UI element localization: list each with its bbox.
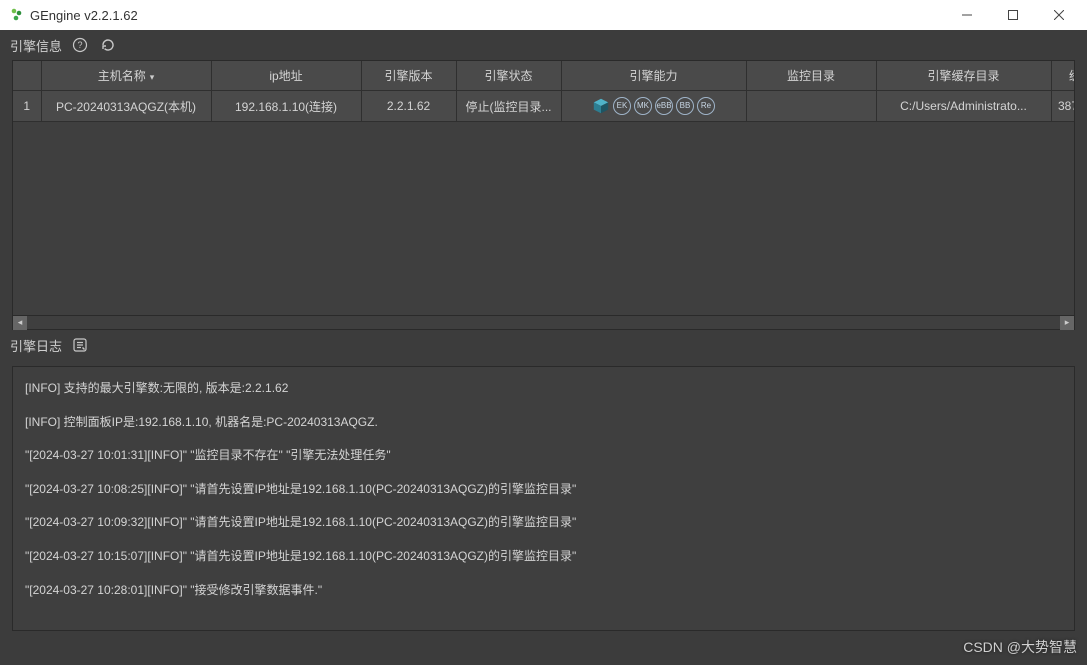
log-line: [INFO] 支持的最大引擎数:无限的, 版本是:2.2.1.62 xyxy=(25,381,1062,397)
scroll-track[interactable] xyxy=(27,316,1060,329)
col-version[interactable]: 引擎版本 xyxy=(361,61,456,91)
help-icon[interactable]: ? xyxy=(70,35,90,55)
col-cache[interactable]: 缓存 xyxy=(1051,61,1074,91)
cap-badge: Re xyxy=(697,97,715,115)
col-status[interactable]: 引擎状态 xyxy=(456,61,561,91)
table-header-row: 主机名称▾ ip地址 引擎版本 引擎状态 引擎能力 监控目录 引擎缓存目录 缓存 xyxy=(13,61,1074,91)
maximize-button[interactable] xyxy=(993,1,1033,29)
cell-host: PC-20240313AQGZ(本机) xyxy=(41,91,211,122)
cell-capability: EK MK eBB BB Re xyxy=(561,91,746,122)
log-line: "[2024-03-27 10:28:01][INFO]" "接受修改引擎数据事… xyxy=(25,583,1062,599)
log-line: [INFO] 控制面板IP是:192.168.1.10, 机器名是:PC-202… xyxy=(25,415,1062,431)
engine-info-label: 引擎信息 xyxy=(10,36,62,55)
cell-cache: 387.90G xyxy=(1051,91,1074,122)
close-button[interactable] xyxy=(1039,1,1079,29)
engine-log-header: 引擎日志 xyxy=(0,330,1087,360)
titlebar: GEngine v2.2.1.62 xyxy=(0,0,1087,30)
col-monitor-dir[interactable]: 监控目录 xyxy=(746,61,876,91)
scroll-right-icon[interactable]: ▸ xyxy=(1060,316,1074,330)
cap-badge: eBB xyxy=(655,97,673,115)
window-title: GEngine v2.2.1.62 xyxy=(30,8,941,23)
engine-info-header: 引擎信息 ? xyxy=(0,30,1087,60)
log-line: "[2024-03-27 10:15:07][INFO]" "请首先设置IP地址… xyxy=(25,549,1062,565)
log-line: "[2024-03-27 10:01:31][INFO]" "监控目录不存在" … xyxy=(25,448,1062,464)
cell-index: 1 xyxy=(13,91,41,122)
cell-ip: 192.168.1.10(连接) xyxy=(211,91,361,122)
cap-badge: EK xyxy=(613,97,631,115)
engine-table: 主机名称▾ ip地址 引擎版本 引擎状态 引擎能力 监控目录 引擎缓存目录 缓存… xyxy=(12,60,1075,330)
svg-text:?: ? xyxy=(78,40,83,50)
cell-cache-dir: C:/Users/Administrato... xyxy=(876,91,1051,122)
app-icon xyxy=(8,7,24,23)
cap-badge: MK xyxy=(634,97,652,115)
col-rownum[interactable] xyxy=(13,61,41,91)
refresh-icon[interactable] xyxy=(98,35,118,55)
watermark: CSDN @大势智慧 xyxy=(963,637,1077,657)
cell-monitor-dir xyxy=(746,91,876,122)
log-line: "[2024-03-27 10:08:25][INFO]" "请首先设置IP地址… xyxy=(25,482,1062,498)
log-line: "[2024-03-27 10:09:32][INFO]" "请首先设置IP地址… xyxy=(25,515,1062,531)
col-cache-dir[interactable]: 引擎缓存目录 xyxy=(876,61,1051,91)
log-view[interactable]: [INFO] 支持的最大引擎数:无限的, 版本是:2.2.1.62 [INFO]… xyxy=(12,366,1075,631)
log-options-icon[interactable] xyxy=(70,335,90,355)
col-host[interactable]: 主机名称▾ xyxy=(41,61,211,91)
table-row[interactable]: 1 PC-20240313AQGZ(本机) 192.168.1.10(连接) 2… xyxy=(13,91,1074,122)
col-ip[interactable]: ip地址 xyxy=(211,61,361,91)
cell-status: 停止(监控目录... xyxy=(456,91,561,122)
scroll-left-icon[interactable]: ◂ xyxy=(13,316,27,330)
minimize-button[interactable] xyxy=(947,1,987,29)
cap-badge: BB xyxy=(676,97,694,115)
horizontal-scrollbar[interactable]: ◂ ▸ xyxy=(13,315,1074,329)
engine-log-label: 引擎日志 xyxy=(10,336,62,355)
cell-version: 2.2.1.62 xyxy=(361,91,456,122)
cube-icon xyxy=(592,97,610,115)
col-capability[interactable]: 引擎能力 xyxy=(561,61,746,91)
sort-indicator-icon: ▾ xyxy=(150,72,155,82)
